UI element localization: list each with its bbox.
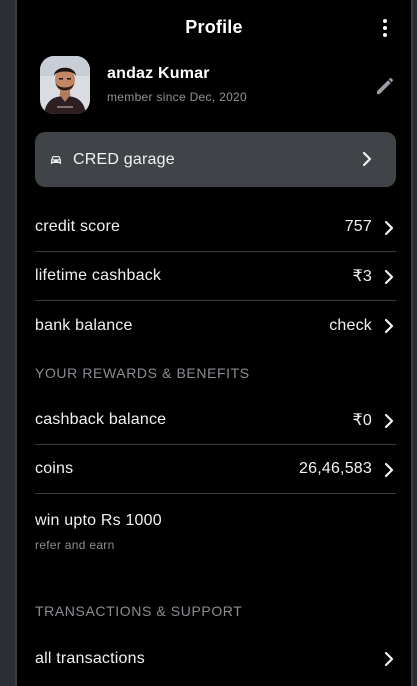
more-options-icon[interactable]: [379, 18, 391, 38]
chevron-right-icon: [384, 269, 394, 285]
chevron-right-icon: [384, 462, 394, 478]
row-value: ₹3: [352, 268, 372, 285]
page-title: Profile: [185, 17, 243, 37]
chevron-right-icon: [384, 651, 394, 667]
chevron-right-icon: [384, 220, 394, 236]
support-section-heading: TRANSACTIONS & SUPPORT: [35, 603, 243, 619]
app-header: Profile: [19, 0, 409, 56]
row-label: credit score: [35, 218, 121, 235]
all-transactions-row[interactable]: all transactions: [35, 634, 396, 683]
coins-row[interactable]: coins 26,46,583: [35, 445, 396, 494]
row-value: check: [329, 316, 372, 334]
rewards-section-heading: YOUR REWARDS & BENEFITS: [35, 365, 250, 381]
cred-garage-card[interactable]: CRED garage: [35, 132, 396, 187]
profile-summary: andaz Kumar member since Dec, 2020: [19, 56, 409, 130]
bank-balance-row[interactable]: bank balance check: [35, 301, 396, 350]
device-frame-left: [0, 0, 17, 686]
device-frame-right: [411, 0, 417, 686]
car-icon: [51, 155, 61, 164]
avatar[interactable]: [40, 56, 90, 114]
refer-sublabel: refer and earn: [35, 538, 115, 552]
edit-pencil-icon[interactable]: [373, 74, 397, 98]
refer-and-earn-item[interactable]: win upto Rs 1000 refer and earn: [35, 494, 396, 588]
row-value: 26,46,583: [299, 460, 372, 477]
cred-garage-label: CRED garage: [73, 150, 175, 168]
member-since-text: member since Dec, 2020: [107, 90, 247, 104]
chevron-right-icon: [362, 151, 372, 167]
refer-label: win upto Rs 1000: [35, 512, 162, 529]
row-label: bank balance: [35, 316, 133, 334]
cashback-balance-row[interactable]: cashback balance ₹0: [35, 396, 396, 445]
row-label: cashback balance: [35, 411, 167, 428]
row-value: 757: [344, 218, 372, 235]
row-label: all transactions: [35, 649, 145, 667]
account-list: credit score 757 lifetime cashback ₹3 ba…: [35, 203, 396, 683]
row-label: lifetime cashback: [35, 267, 162, 284]
chevron-right-icon: [384, 413, 394, 429]
row-value: ₹0: [352, 412, 372, 429]
profile-screen: Profile andaz Kumar member since Dec, 20…: [19, 0, 409, 686]
lifetime-cashback-row[interactable]: lifetime cashback ₹3: [35, 252, 396, 301]
chevron-right-icon: [384, 318, 394, 334]
credit-score-row[interactable]: credit score 757: [35, 203, 396, 252]
row-label: coins: [35, 460, 74, 477]
profile-name: andaz Kumar: [107, 65, 210, 82]
